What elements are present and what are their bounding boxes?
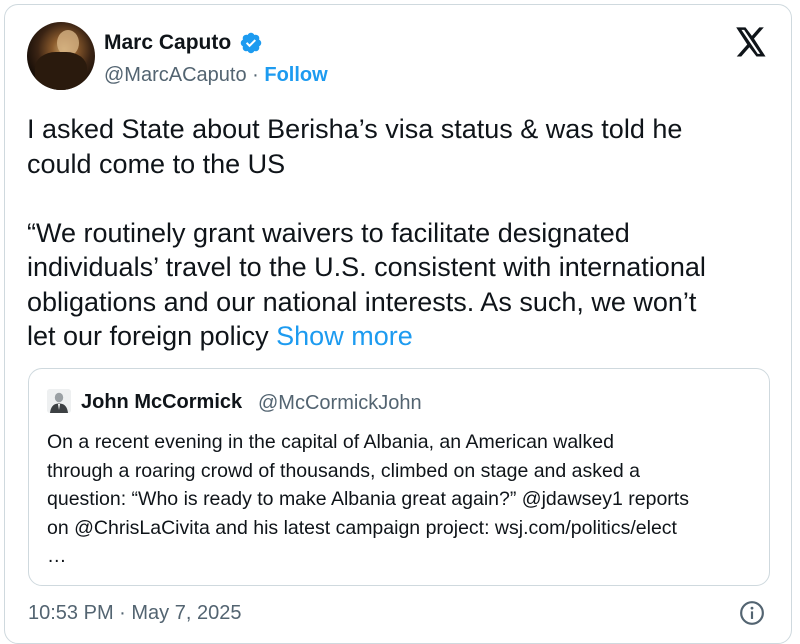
- handle-separator: ·: [252, 64, 259, 86]
- tweet-paragraph-1: I asked State about Berisha’s visa statu…: [27, 112, 777, 181]
- tweet-line: individuals’ travel to the U.S. consiste…: [27, 252, 706, 282]
- follow-button[interactable]: Follow: [264, 64, 327, 86]
- x-logo-icon[interactable]: [735, 27, 767, 57]
- author-name[interactable]: Marc Caputo: [104, 30, 231, 56]
- quoted-line: through a roaring crowd of thousands, cl…: [47, 459, 640, 482]
- quoted-tweet[interactable]: John McCormick @McCormickJohn On a recen…: [28, 368, 770, 586]
- quoted-author-handle: @McCormickJohn: [258, 392, 422, 414]
- verified-badge-icon: [240, 32, 262, 54]
- show-more-link[interactable]: Show more: [276, 321, 413, 351]
- author-avatar[interactable]: [27, 22, 95, 90]
- info-icon[interactable]: [739, 600, 765, 626]
- tweet-line: “We routinely grant waivers to facilitat…: [27, 217, 630, 248]
- tweet-line: let our foreign policy: [27, 321, 269, 351]
- tweet-line: could come to the US: [27, 148, 286, 179]
- tweet-line: I asked State about Berisha’s visa statu…: [27, 114, 683, 144]
- author-handle-row: @MarcACaputo · Follow: [104, 62, 328, 88]
- quoted-line: …: [47, 545, 67, 567]
- tweet-line: obligations and our national interests. …: [27, 286, 697, 317]
- quoted-line: question: “Who is ready to make Albania …: [47, 488, 689, 510]
- tweet-timestamp[interactable]: 10:53 PM · May 7, 2025: [28, 600, 241, 626]
- quoted-author-name: John McCormick: [81, 391, 243, 413]
- quoted-author-avatar: [47, 389, 71, 413]
- quoted-line: on @ChrisLaCivita and his latest campaig…: [47, 516, 677, 539]
- tweet-paragraph-2: “We routinely grant waivers to facilitat…: [27, 216, 777, 354]
- quoted-tweet-text: On a recent evening in the capital of Al…: [47, 428, 757, 571]
- author-handle[interactable]: @MarcACaputo: [104, 64, 247, 86]
- tweet-text: I asked State about Berisha’s visa statu…: [27, 112, 777, 354]
- quoted-line: On a recent evening in the capital of Al…: [47, 431, 614, 453]
